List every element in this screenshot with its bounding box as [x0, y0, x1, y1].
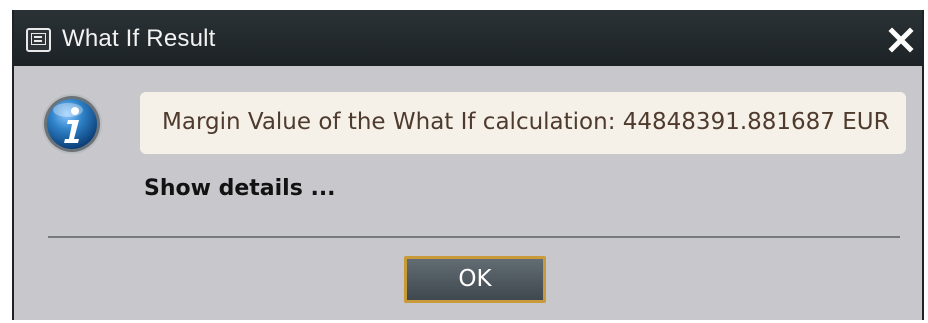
result-message-box: Margin Value of the What If calculation:… [140, 92, 906, 154]
close-icon [888, 27, 914, 53]
info-icon [40, 92, 104, 156]
page: What If Result Margin Value of the What … [0, 0, 928, 323]
footer-divider [48, 236, 900, 238]
show-details-link[interactable]: Show details ... [144, 175, 336, 203]
what-if-result-dialog: What If Result Margin Value of the What … [12, 10, 924, 320]
close-button[interactable] [888, 27, 914, 53]
dialog-titlebar: What If Result [14, 10, 922, 66]
console-window-icon [26, 28, 51, 52]
ok-button[interactable]: OK [404, 256, 546, 303]
dialog-title: What If Result [62, 25, 216, 52]
result-message-text: Margin Value of the What If calculation:… [162, 109, 890, 135]
